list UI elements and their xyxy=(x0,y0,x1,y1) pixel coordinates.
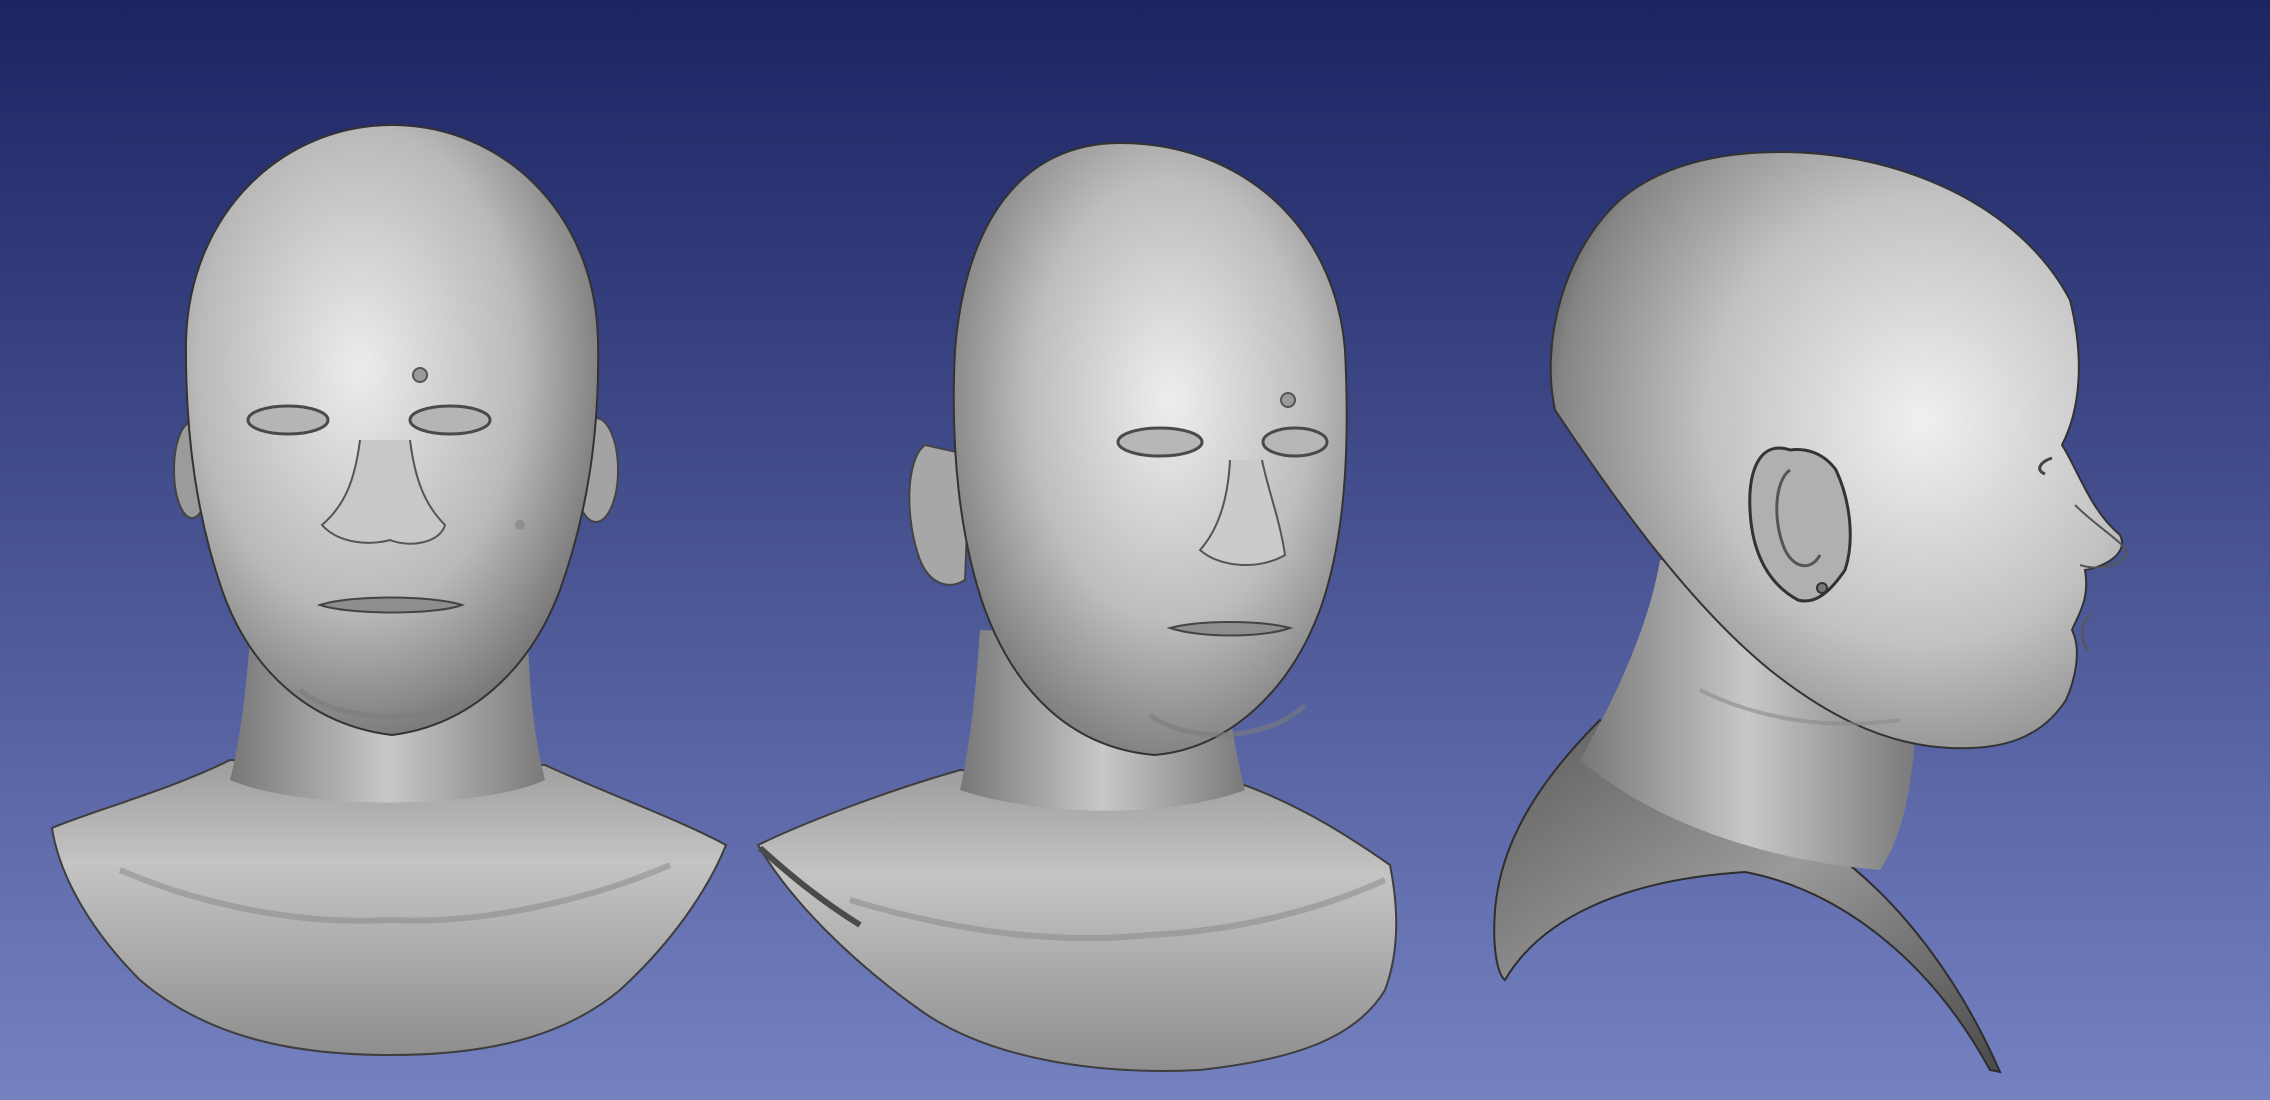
left-eye xyxy=(1116,426,1204,458)
left-eye xyxy=(246,404,330,436)
viewport-canvas[interactable] xyxy=(0,0,2270,1100)
mouth xyxy=(316,596,466,614)
right-eye xyxy=(408,404,492,436)
right-eye xyxy=(1261,426,1329,458)
3d-viewport[interactable] xyxy=(0,0,2270,1100)
